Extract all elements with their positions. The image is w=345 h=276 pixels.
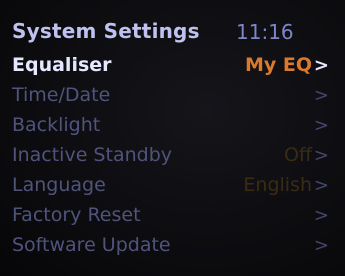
page-title: System Settings bbox=[12, 19, 200, 43]
menu-item-value: My EQ bbox=[244, 54, 312, 76]
chevron-right-icon: > bbox=[313, 85, 329, 106]
menu-item-label: Software Update bbox=[12, 234, 171, 256]
menu-item-value: Off bbox=[283, 144, 312, 166]
menu-item-label: Inactive Standby bbox=[12, 144, 172, 166]
clock: 11:16 bbox=[236, 20, 294, 44]
chevron-right-icon: > bbox=[313, 235, 329, 256]
menu-item-software-update[interactable]: Software Update > bbox=[0, 232, 345, 262]
menu-item-inactive-standby[interactable]: Inactive Standby Off > bbox=[0, 142, 345, 172]
menu-item-value: English bbox=[243, 174, 312, 196]
menu-item-label: Equaliser bbox=[12, 54, 112, 76]
menu-item-label: Backlight bbox=[12, 114, 101, 136]
device-screen: System Settings 11:16 Equaliser My EQ > … bbox=[0, 0, 345, 276]
menu-item-time-date[interactable]: Time/Date > bbox=[0, 82, 345, 112]
menu-item-label: Factory Reset bbox=[12, 204, 141, 226]
header-bar: System Settings 11:16 bbox=[0, 0, 345, 44]
menu-item-label: Language bbox=[12, 174, 106, 196]
chevron-right-icon: > bbox=[313, 175, 329, 196]
menu-item-label: Time/Date bbox=[12, 84, 111, 106]
chevron-right-icon: > bbox=[313, 115, 329, 136]
menu-item-backlight[interactable]: Backlight > bbox=[0, 112, 345, 142]
menu-item-equaliser[interactable]: Equaliser My EQ > bbox=[0, 52, 345, 82]
menu-item-language[interactable]: Language English > bbox=[0, 172, 345, 202]
chevron-right-icon: > bbox=[313, 205, 329, 226]
menu-item-factory-reset[interactable]: Factory Reset > bbox=[0, 202, 345, 232]
chevron-right-icon: > bbox=[313, 55, 329, 76]
chevron-right-icon: > bbox=[313, 145, 329, 166]
